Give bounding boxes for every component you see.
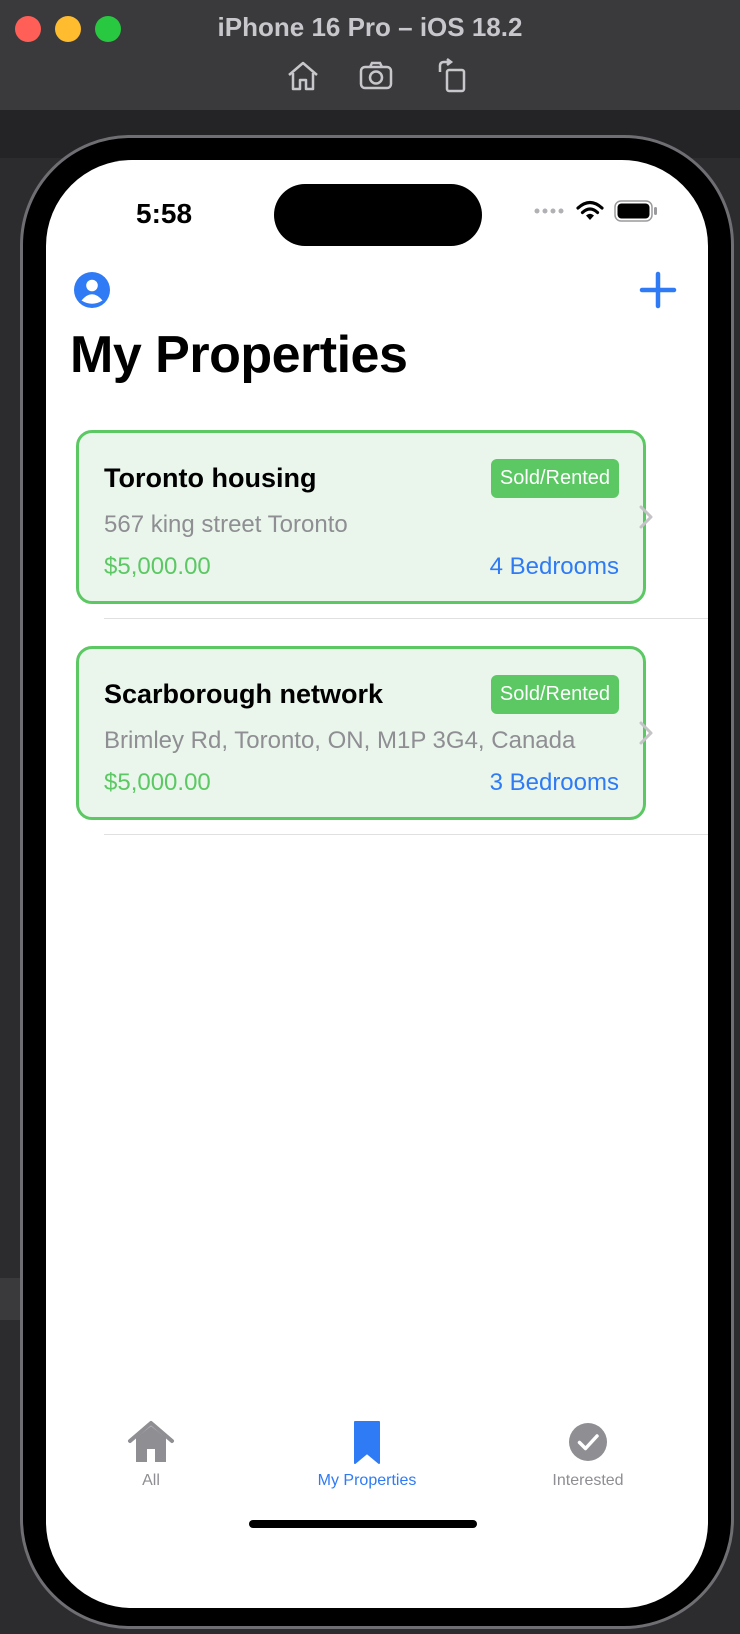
status-time: 5:58 [136, 198, 193, 229]
dynamic-island [274, 184, 482, 246]
cellular-signal-icon [534, 208, 564, 214]
tab-label: All [142, 1472, 160, 1489]
chevron-right-icon [639, 721, 653, 745]
status-indicators [534, 196, 658, 226]
tab-interested[interactable]: Interested [488, 1410, 688, 1490]
property-price: $5,000.00 [104, 769, 211, 796]
property-bedrooms: 3 Bedrooms [489, 769, 619, 796]
background-panel [0, 1278, 22, 1320]
checkmark-circle-icon [569, 1423, 607, 1461]
home-icon[interactable] [285, 58, 321, 94]
property-bedrooms: 4 Bedrooms [489, 553, 619, 580]
property-row[interactable]: Scarborough network Sold/Rented Brimley … [46, 646, 708, 838]
chevron-right-icon [639, 505, 653, 529]
property-price: $5,000.00 [104, 553, 211, 580]
rotate-icon[interactable] [434, 58, 470, 94]
profile-icon[interactable] [74, 272, 110, 308]
tab-label: Interested [552, 1472, 624, 1489]
home-indicator[interactable] [249, 1520, 477, 1528]
property-row[interactable]: Toronto housing Sold/Rented 567 king str… [46, 430, 708, 622]
screenshot-icon[interactable] [358, 58, 394, 94]
property-card[interactable]: Toronto housing Sold/Rented 567 king str… [76, 430, 646, 604]
status-badge: Sold/Rented [490, 459, 619, 498]
house-icon [128, 1421, 174, 1462]
tab-all[interactable]: All [51, 1410, 251, 1490]
property-name: Scarborough network [104, 679, 384, 709]
row-separator [104, 618, 708, 619]
page-title: My Properties [70, 326, 408, 384]
property-address: Brimley Rd, Toronto, ON, M1P 3G4, Canada [104, 727, 576, 754]
row-separator [104, 834, 708, 835]
battery-icon [614, 200, 657, 222]
tab-bar: All My Properties Interested [46, 1410, 708, 1510]
property-card[interactable]: Scarborough network Sold/Rented Brimley … [76, 646, 646, 820]
window-title: iPhone 16 Pro – iOS 18.2 [217, 12, 523, 42]
phone-screen: 5:58 My Properties Toronto housing Sold/… [46, 160, 708, 1608]
wifi-icon [576, 200, 604, 220]
property-name: Toronto housing [104, 463, 317, 493]
simulator-titlebar: iPhone 16 Pro – iOS 18.2 [0, 0, 740, 111]
status-badge: Sold/Rented [490, 675, 619, 714]
property-address: 567 king street Toronto [104, 511, 348, 538]
add-property-button[interactable] [638, 270, 678, 310]
tab-label: My Properties [317, 1472, 417, 1489]
tab-my-properties[interactable]: My Properties [267, 1410, 467, 1490]
bookmark-icon [354, 1421, 380, 1464]
